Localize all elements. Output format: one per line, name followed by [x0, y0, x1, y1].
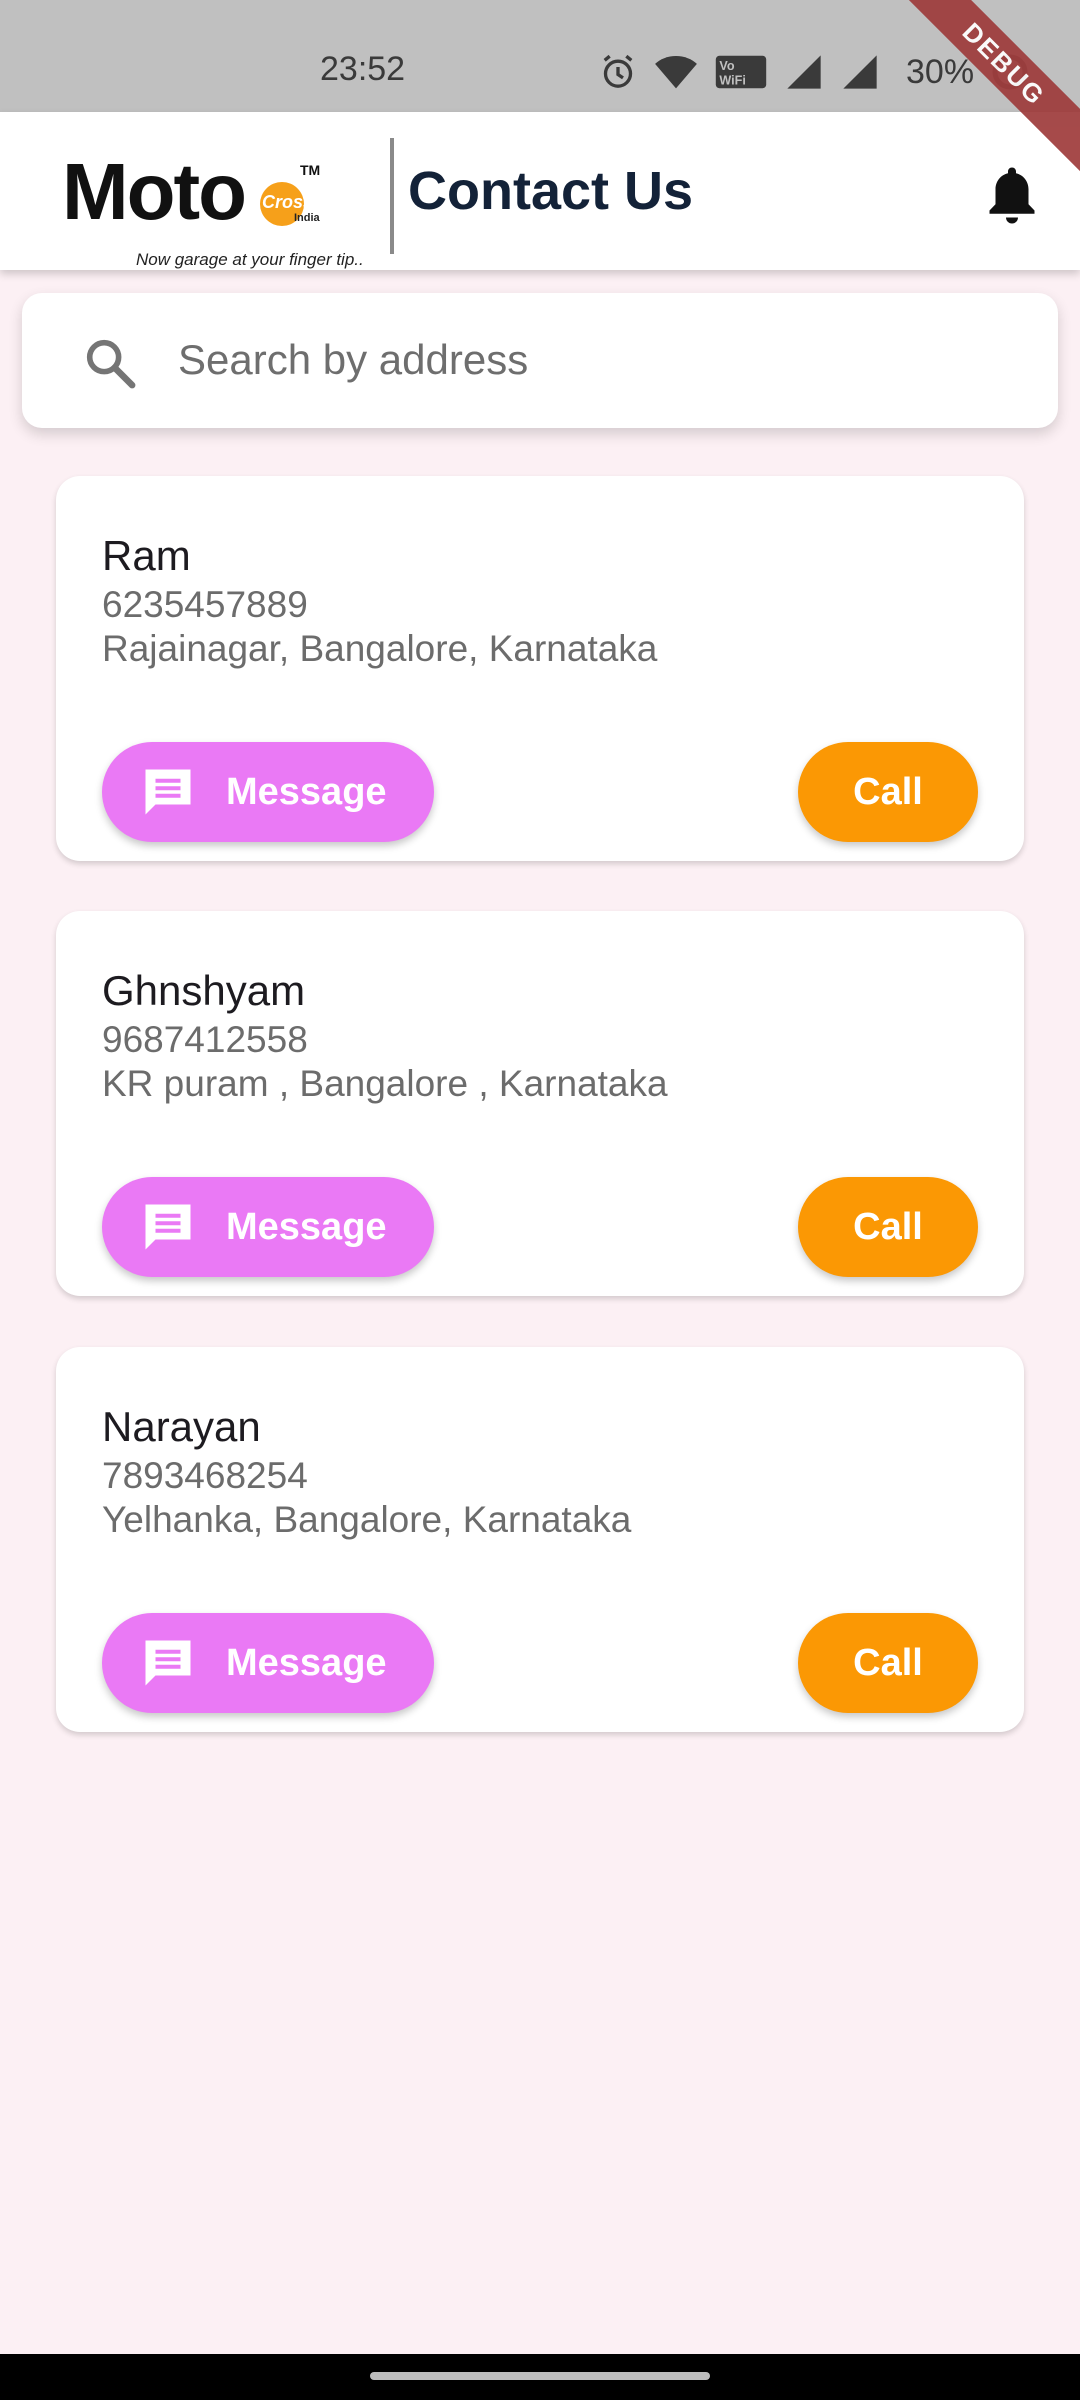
message-icon — [145, 1640, 191, 1686]
message-button[interactable]: Message — [102, 742, 434, 842]
logo-country: India — [294, 212, 320, 224]
search-input[interactable] — [178, 329, 998, 391]
svg-text:WiFi: WiFi — [719, 74, 745, 88]
contact-name: Ghnshyam — [102, 967, 306, 1014]
contact-name: Ram — [102, 532, 191, 579]
status-bar: 23:52 Vo WiFi 30% — [0, 0, 1080, 112]
svg-text:Vo: Vo — [719, 59, 734, 73]
message-icon — [145, 769, 191, 815]
wifi-icon — [655, 56, 697, 89]
contact-card: Narayan 7893468254 Yelhanka, Bangalore, … — [56, 1347, 1024, 1732]
search-bar — [22, 293, 1058, 428]
status-time: 23:52 — [320, 50, 406, 88]
contact-phone: 6235457889 — [102, 584, 308, 625]
contact-phone: 7893468254 — [102, 1455, 308, 1496]
message-icon — [145, 1204, 191, 1250]
page-title: Contact Us — [408, 161, 694, 221]
notification-button[interactable] — [982, 162, 1042, 228]
contact-card: Ghnshyam 9687412558 KR puram , Bangalore… — [56, 911, 1024, 1296]
app-logo: Moto Cross India TM Now garage at your f… — [62, 147, 382, 270]
contact-address: Rajainagar, Bangalore, Karnataka — [102, 628, 658, 669]
contact-address: KR puram , Bangalore , Karnataka — [102, 1063, 668, 1104]
logo-word: Moto — [62, 147, 247, 236]
logo-badge: Cross — [262, 192, 314, 212]
app-bar: Moto Cross India TM Now garage at your f… — [0, 112, 1080, 270]
message-button-label: Message — [226, 770, 387, 813]
logo-trademark: TM — [300, 162, 321, 178]
search-icon — [86, 339, 136, 389]
battery-percentage: 30% — [906, 52, 975, 91]
contact-address: Yelhanka, Bangalore, Karnataka — [102, 1499, 632, 1540]
bell-icon — [989, 167, 1035, 224]
call-button[interactable]: Call — [798, 1613, 978, 1713]
contact-card: Ram 6235457889 Rajainagar, Bangalore, Ka… — [56, 476, 1024, 861]
logo-tagline: Now garage at your finger tip.. — [136, 250, 364, 269]
appbar-divider — [390, 138, 394, 254]
signal-icon — [787, 55, 821, 89]
signal-icon — [843, 55, 877, 89]
call-button[interactable]: Call — [798, 1177, 978, 1277]
alarm-icon — [603, 54, 633, 88]
call-button[interactable]: Call — [798, 742, 978, 842]
contact-name: Narayan — [102, 1403, 261, 1450]
message-button[interactable]: Message — [102, 1177, 434, 1277]
contact-phone: 9687412558 — [102, 1019, 308, 1060]
message-button[interactable]: Message — [102, 1613, 434, 1713]
system-nav-bar — [0, 2354, 1080, 2400]
vowifi-icon: Vo WiFi — [715, 55, 767, 89]
message-button-label: Message — [226, 1205, 387, 1248]
message-button-label: Message — [226, 1641, 387, 1684]
home-gesture-handle[interactable] — [370, 2372, 710, 2380]
